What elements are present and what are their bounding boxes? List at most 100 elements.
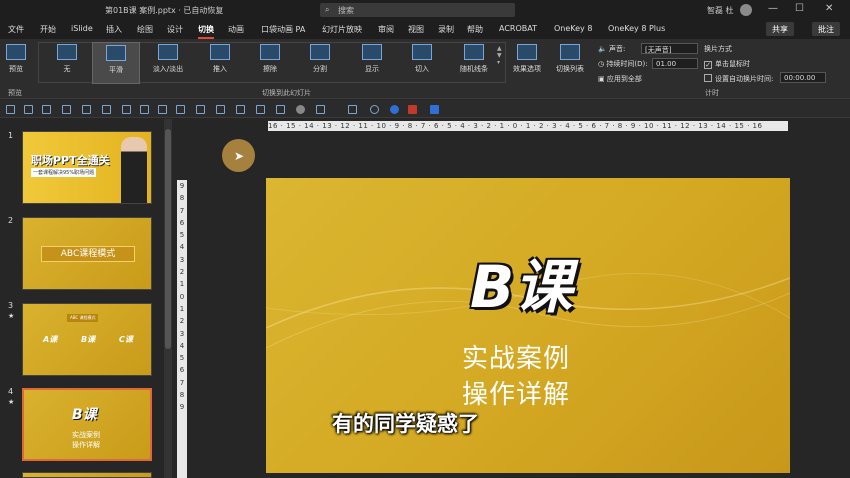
maximize-button[interactable]: ☐	[795, 3, 804, 14]
shield-icon[interactable]	[408, 105, 417, 114]
pen-icon[interactable]	[276, 105, 285, 114]
color-picker-icon[interactable]	[390, 105, 399, 114]
sound-select[interactable]: [无声音]	[641, 43, 698, 54]
slide1-subtitle: 一套课程解决95%职场问题	[31, 168, 97, 177]
preview-icon	[6, 44, 26, 60]
tab-insert[interactable]: 插入	[106, 24, 122, 35]
minimize-button[interactable]: —	[768, 3, 778, 14]
tab-islide[interactable]: iSlide	[71, 24, 93, 33]
transition-cut[interactable]: 切入	[402, 42, 442, 84]
transition-reveal[interactable]: 显示	[352, 42, 392, 84]
slide-number: 2	[8, 216, 14, 225]
close-button[interactable]: ✕	[825, 3, 833, 14]
cut-icon	[412, 44, 432, 60]
transition-none[interactable]: 无	[48, 42, 86, 84]
chart-icon[interactable]	[256, 105, 265, 114]
slide-thumbnail-4[interactable]: B课 实战案例 操作详解	[22, 388, 152, 461]
slide-line-1[interactable]: 实战案例	[462, 338, 570, 375]
share-button[interactable]: 共享	[766, 22, 794, 36]
group-icon[interactable]	[82, 105, 91, 114]
transition-split[interactable]: 分割	[300, 42, 340, 84]
slide2-title: ABC课程模式	[41, 246, 135, 262]
slide4-line2: 操作详解	[72, 441, 100, 449]
avatar[interactable]	[740, 4, 752, 16]
tab-slideshow[interactable]: 幻灯片放映	[322, 24, 362, 35]
search-placeholder: 搜索	[338, 6, 354, 15]
transition-fade[interactable]: 淡入/淡出	[145, 42, 191, 84]
text-icon[interactable]	[348, 105, 357, 114]
panel-scrollbar[interactable]	[164, 119, 172, 478]
effect-options-button[interactable]: 效果选项	[509, 42, 545, 84]
slide1-title: 职场PPT全通关	[31, 154, 110, 167]
align-right-icon[interactable]	[42, 105, 51, 114]
transition-random-bars[interactable]: 随机线条	[452, 42, 496, 84]
slide3-head: ABC 课程模式	[67, 314, 99, 322]
tab-animations[interactable]: 动画	[228, 24, 244, 35]
gallery-scroll-icon[interactable]: ▲ ▼ ▾	[497, 45, 502, 66]
slide-big-title[interactable]: B课	[470, 240, 572, 324]
effect-options-icon	[517, 44, 537, 60]
crop-icon[interactable]	[196, 105, 205, 114]
search-box[interactable]: ⌕ 搜索	[320, 3, 515, 17]
outline-icon[interactable]	[316, 105, 325, 114]
slide-thumbnail-2[interactable]: ABC课程模式	[22, 217, 152, 290]
transition-morph[interactable]: 平滑	[92, 42, 140, 84]
slide-number: 4	[8, 387, 14, 396]
morph-icon	[106, 45, 126, 61]
after-time-input[interactable]: 00:00.00	[780, 72, 826, 83]
video-caption: 有的同学疑惑了	[332, 412, 479, 436]
tab-onekey8[interactable]: OneKey 8	[554, 24, 592, 33]
transition-wipe[interactable]: 擦除	[250, 42, 290, 84]
align-left-icon[interactable]	[6, 105, 15, 114]
layer-icon[interactable]	[158, 105, 167, 114]
quick-toolbar	[0, 100, 850, 118]
duration-input[interactable]: 01.00	[652, 58, 698, 69]
scrollbar-thumb[interactable]	[165, 129, 171, 349]
advance-title: 换片方式	[704, 45, 732, 53]
table-icon[interactable]	[236, 105, 245, 114]
timing-group-label: 计时	[705, 89, 719, 97]
fill-color-icon[interactable]	[296, 105, 305, 114]
preview-group-label: 预览	[8, 89, 22, 97]
presenter-image	[121, 137, 147, 203]
on-click-checkbox[interactable]: ✓ 单击鼠标时	[704, 59, 750, 69]
transition-list-icon	[560, 44, 580, 60]
apply-all-button[interactable]: ▣ 应用到全部	[598, 74, 642, 84]
ungroup-icon[interactable]	[102, 105, 111, 114]
vertical-ruler: 9876543210123456789	[177, 180, 187, 478]
transition-push[interactable]: 推入	[200, 42, 240, 84]
slide3-item-a: A课	[43, 335, 58, 344]
slide-thumbnail-5[interactable]	[22, 472, 152, 478]
title-bar: 第01B课 案例.pptx · 已自动恢复 ⌕ 搜索 智磊 杜 — ☐ ✕	[0, 0, 850, 20]
bring-front-icon[interactable]	[122, 105, 131, 114]
image-icon[interactable]	[216, 105, 225, 114]
slide-thumbnail-3[interactable]: ABC 课程模式 A课 B课 C课	[22, 303, 152, 376]
tab-pocket-animation[interactable]: 口袋动画 PA	[261, 24, 305, 35]
tab-review[interactable]: 审阅	[378, 24, 394, 35]
tab-transitions[interactable]: 切换	[198, 24, 214, 39]
tab-record[interactable]: 录制	[438, 24, 454, 35]
send-back-icon[interactable]	[140, 105, 149, 114]
user-name[interactable]: 智磊 杜	[707, 5, 734, 16]
comment-button[interactable]: 批注	[812, 22, 840, 36]
tab-draw[interactable]: 绘图	[137, 24, 153, 35]
tab-onekey8-plus[interactable]: OneKey 8 Plus	[608, 24, 665, 33]
slide-line-2[interactable]: 操作详解	[462, 374, 570, 411]
rotate-icon[interactable]	[370, 105, 379, 114]
tab-help[interactable]: 帮助	[467, 24, 483, 35]
align-center-icon[interactable]	[24, 105, 33, 114]
shape-icon[interactable]	[176, 105, 185, 114]
tab-home[interactable]: 开始	[40, 24, 56, 35]
preview-button[interactable]: 预览	[3, 42, 29, 84]
push-icon	[210, 44, 230, 60]
transition-list-button[interactable]: 切换列表	[552, 42, 588, 84]
distribute-icon[interactable]	[62, 105, 71, 114]
tab-design[interactable]: 设计	[167, 24, 183, 35]
after-time-checkbox[interactable]: 设置自动换片时间:	[704, 74, 773, 84]
tab-file[interactable]: 文件	[8, 24, 24, 35]
slide-thumbnail-1[interactable]: 职场PPT全通关 一套课程解决95%职场问题	[22, 131, 152, 204]
tab-view[interactable]: 视图	[408, 24, 424, 35]
random-bars-icon	[464, 44, 484, 60]
tab-acrobat[interactable]: ACROBAT	[499, 24, 537, 33]
square-icon[interactable]	[430, 105, 439, 114]
